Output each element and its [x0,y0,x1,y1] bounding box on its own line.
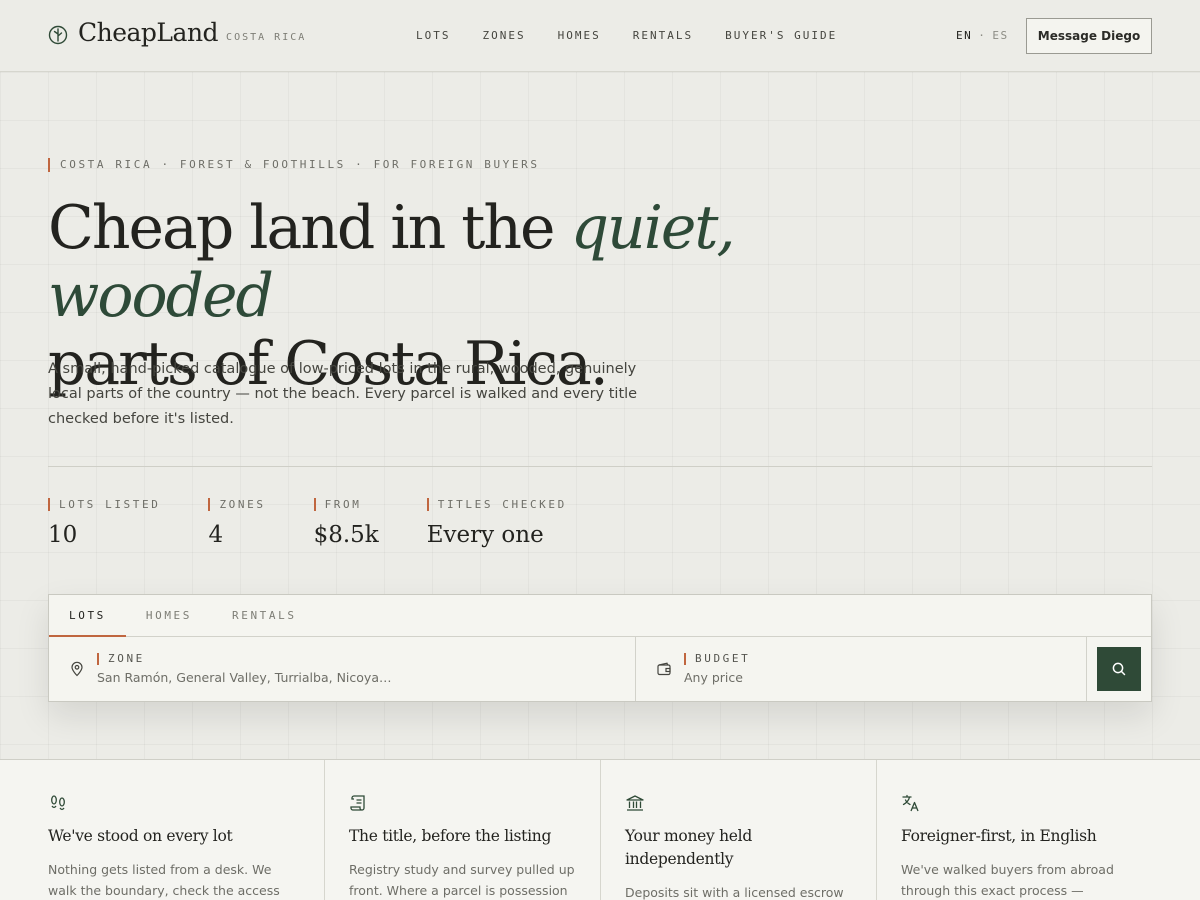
budget-value[interactable]: Any price [684,670,750,685]
search-fields: ZONE San Ramón, General Valley, Turrialb… [49,637,1151,701]
logo-subtitle: COSTA RICA [226,32,307,43]
stat-label: LOTS LISTED [48,498,160,511]
feature-title: Foreigner-first, in English [901,827,1097,845]
stat-value: 4 [208,522,224,548]
nav-link-rentals[interactable]: RENTALS [633,29,693,42]
logo[interactable]: CheapLand COSTA RICA [48,18,306,47]
feature-text: Nothing gets listed from a desk. We walk… [48,862,280,898]
feature-text: Deposits sit with a licensed escrow [625,885,844,900]
map-pin-icon [71,661,83,677]
main-nav: LOTS ZONES HOMES RENTALS BUYER'S GUIDE [416,29,837,42]
search-tabs: LOTS HOMES RENTALS [49,595,1151,637]
nav-link-zones[interactable]: ZONES [483,29,526,42]
tab-homes[interactable]: HOMES [126,595,212,637]
stat-zones: ZONES 4 [208,498,265,548]
feature-title: We've stood on every lot [48,827,233,845]
site-header: CheapLand COSTA RICA LOTS ZONES HOMES RE… [0,0,1200,72]
budget-field-content: BUDGET Any price [684,653,750,685]
nav-link-homes[interactable]: HOMES [558,29,601,42]
budget-label: BUDGET [684,653,750,665]
scroll-icon [350,795,365,811]
nav-link-lots[interactable]: LOTS [416,29,451,42]
zone-field[interactable]: ZONE San Ramón, General Valley, Turrialb… [49,637,636,701]
hero-eyebrow: COSTA RICA · FOREST & FOOTHILLS · FOR FO… [48,158,540,172]
divider [48,466,1152,467]
feature-card: Foreigner-first, in English We've walked… [877,760,1200,900]
footprints-icon [51,795,65,811]
zone-label: ZONE [97,653,391,665]
budget-field[interactable]: BUDGET Any price [636,637,1087,701]
tab-rentals[interactable]: RENTALS [212,595,317,637]
zone-value[interactable]: San Ramón, General Valley, Turrialba, Ni… [97,670,391,685]
feature-card: The title, before the listing Registry s… [325,760,601,900]
stat-label: FROM [313,498,379,511]
wallet-icon [657,662,671,676]
features-row: We've stood on every lot Nothing gets li… [0,759,1200,900]
bank-icon [626,795,644,811]
feature-title: The title, before the listing [349,827,552,845]
lang-separator: · [978,29,987,42]
feature-title: Your money held independently [625,827,752,868]
stat-from: FROM $8.5k [313,498,379,548]
message-diego-button[interactable]: Message Diego [1026,18,1152,54]
tree-logo-icon [48,25,68,44]
search-panel: LOTS HOMES RENTALS ZONE San Ramón, Gener… [48,594,1152,702]
stat-lots-listed: LOTS LISTED 10 [48,498,160,548]
nav-link-buyers-guide[interactable]: BUYER'S GUIDE [725,29,837,42]
search-icon [1112,662,1126,676]
stats-row: LOTS LISTED 10 ZONES 4 FROM $8.5k TITLES… [48,498,615,548]
lang-es[interactable]: ES [992,29,1008,42]
stat-value: Every one [426,522,544,548]
stat-label: ZONES [208,498,265,511]
hero-lead: A small, hand-picked catalogue of low-pr… [48,361,638,427]
title-part-1: Cheap land in the [48,193,571,263]
stat-label: TITLES CHECKED [426,498,567,511]
search-button[interactable] [1097,647,1141,691]
tab-lots[interactable]: LOTS [49,595,126,637]
lang-en[interactable]: EN [956,29,972,42]
feature-text: Registry study and survey pulled up fron… [349,862,575,898]
feature-card: We've stood on every lot Nothing gets li… [0,760,325,900]
stat-value: $8.5k [313,522,379,548]
feature-text: We've walked buyers from abroad through … [901,862,1114,898]
logo-text: CheapLand [78,18,219,47]
feature-card: Your money held independently Deposits s… [601,760,877,900]
stat-titles-checked: TITLES CHECKED Every one [426,498,567,548]
language-switcher: EN · ES [956,29,1009,42]
stat-value: 10 [48,522,78,548]
zone-field-content: ZONE San Ramón, General Valley, Turrialb… [97,653,391,685]
translate-icon [902,794,919,812]
